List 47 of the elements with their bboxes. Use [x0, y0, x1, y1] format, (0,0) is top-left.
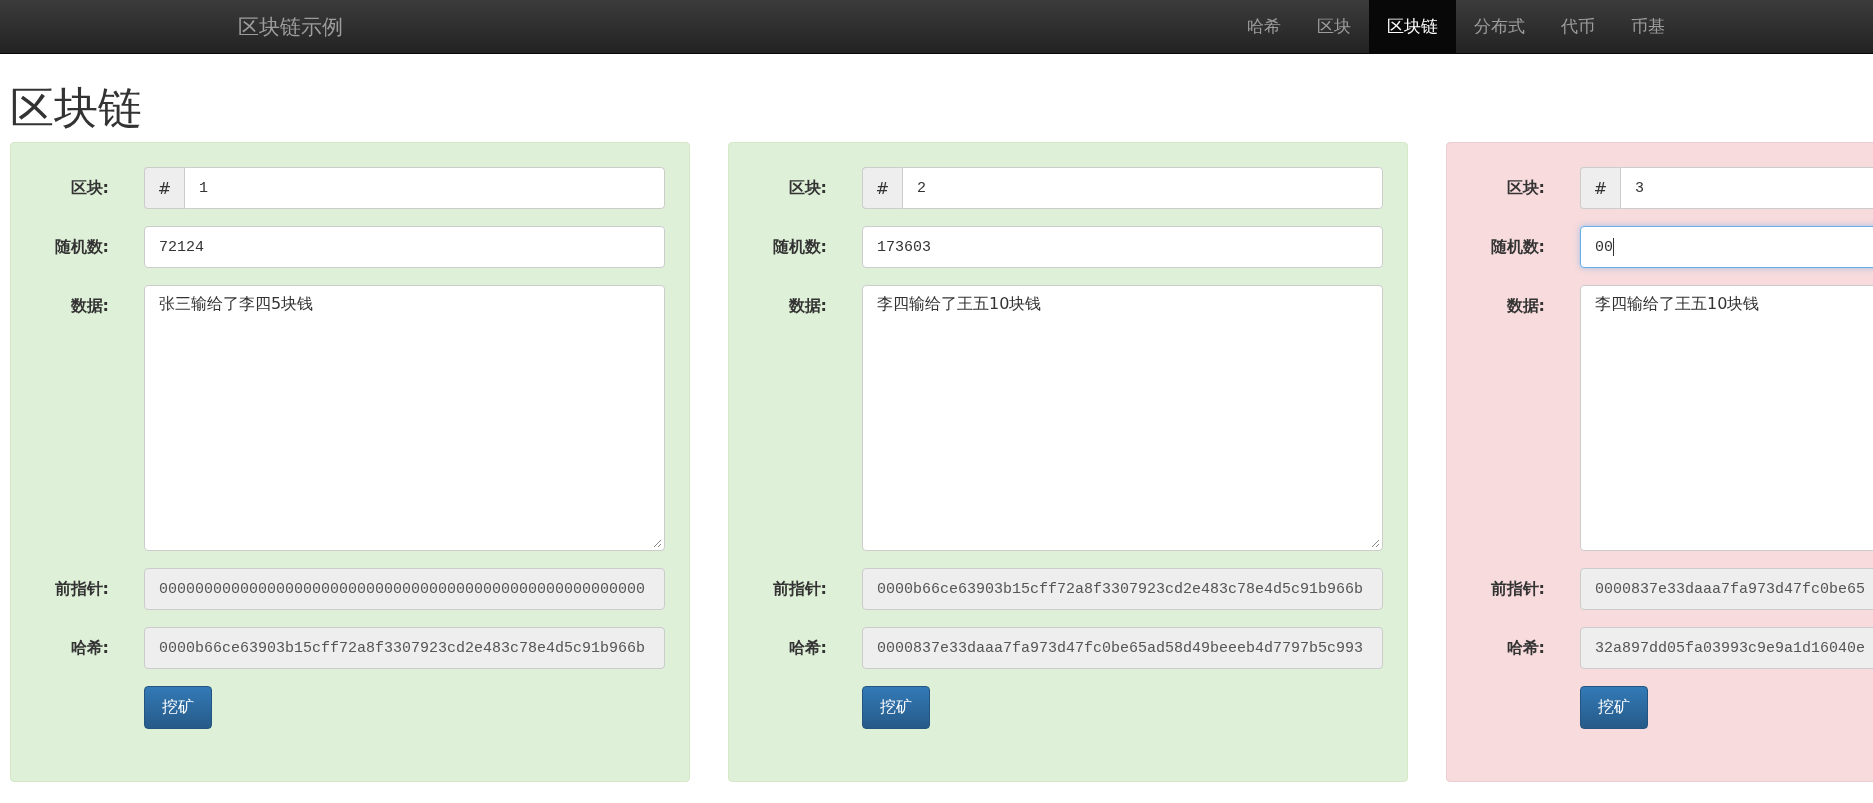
field-label: 随机数:: [1489, 236, 1545, 259]
field-label: 区块:: [1505, 177, 1545, 200]
field-label: 数据:: [787, 295, 827, 318]
field-label: 数据:: [1505, 295, 1545, 318]
nonce-field[interactable]: 72124: [144, 226, 665, 269]
field-label: 前指针:: [53, 578, 109, 601]
nonce-field[interactable]: 173603: [862, 226, 1383, 269]
mine-button[interactable]: 挖矿: [144, 686, 212, 730]
previous-hash-field[interactable]: 000000000000000000000000000000000000000000000000000000: [144, 568, 665, 611]
field-label: 数据:: [69, 295, 109, 318]
resize-handle-icon[interactable]: [652, 538, 662, 549]
resize-handle-icon[interactable]: [1370, 538, 1380, 549]
nav-link[interactable]: 币基: [1613, 0, 1683, 53]
page-title: 区块链: [10, 84, 143, 133]
hash-field[interactable]: 0000837e33daaa7fa973d47fc0be65ad58d49beeeb4d7797b5c993: [862, 627, 1383, 670]
nav-link[interactable]: 区块: [1299, 0, 1369, 53]
hash-prefix: #: [862, 167, 902, 210]
nav-link[interactable]: 区块链: [1369, 0, 1456, 53]
data-textarea[interactable]: 张三输给了李四5块钱: [144, 285, 665, 552]
hash-prefix: #: [144, 167, 184, 210]
nonce-field[interactable]: 00: [1580, 226, 1873, 269]
block-number-field[interactable]: 3: [1620, 167, 1873, 210]
hash-field[interactable]: 0000b66ce63903b15cff72a8f3307923cd2e483c78e4d5c91b966b: [144, 627, 665, 670]
previous-hash-field[interactable]: 0000837e33daaa7fa973d47fc0be65: [1580, 568, 1873, 611]
data-textarea[interactable]: 李四输给了王五10块钱: [1580, 285, 1873, 552]
field-label: 随机数:: [771, 236, 827, 259]
previous-hash-field[interactable]: 0000b66ce63903b15cff72a8f3307923cd2e483c78e4d5c91b966b: [862, 568, 1383, 611]
field-label: 随机数:: [53, 236, 109, 259]
brand-title[interactable]: 区块链示例: [238, 0, 343, 53]
field-label: 区块:: [69, 177, 109, 200]
nav-link[interactable]: 代币: [1543, 0, 1613, 53]
block-number-field[interactable]: 2: [902, 167, 1383, 210]
mine-button[interactable]: 挖矿: [1580, 686, 1648, 730]
nav-link[interactable]: 分布式: [1456, 0, 1543, 53]
field-label: 区块:: [787, 177, 827, 200]
nav-link[interactable]: 哈希: [1229, 0, 1299, 53]
hash-prefix: #: [1580, 167, 1620, 210]
field-label: 前指针:: [1489, 578, 1545, 601]
data-textarea[interactable]: 李四输给了王五10块钱: [862, 285, 1383, 552]
mine-button[interactable]: 挖矿: [862, 686, 930, 730]
field-label: 前指针:: [771, 578, 827, 601]
field-label: 哈希:: [1505, 637, 1545, 660]
text-cursor: [1613, 238, 1614, 257]
field-label: 哈希:: [787, 637, 827, 660]
field-label: 哈希:: [69, 637, 109, 660]
hash-field[interactable]: 32a897dd05fa03993c9e9a1d16040e: [1580, 627, 1873, 670]
block-number-field[interactable]: 1: [184, 167, 665, 210]
